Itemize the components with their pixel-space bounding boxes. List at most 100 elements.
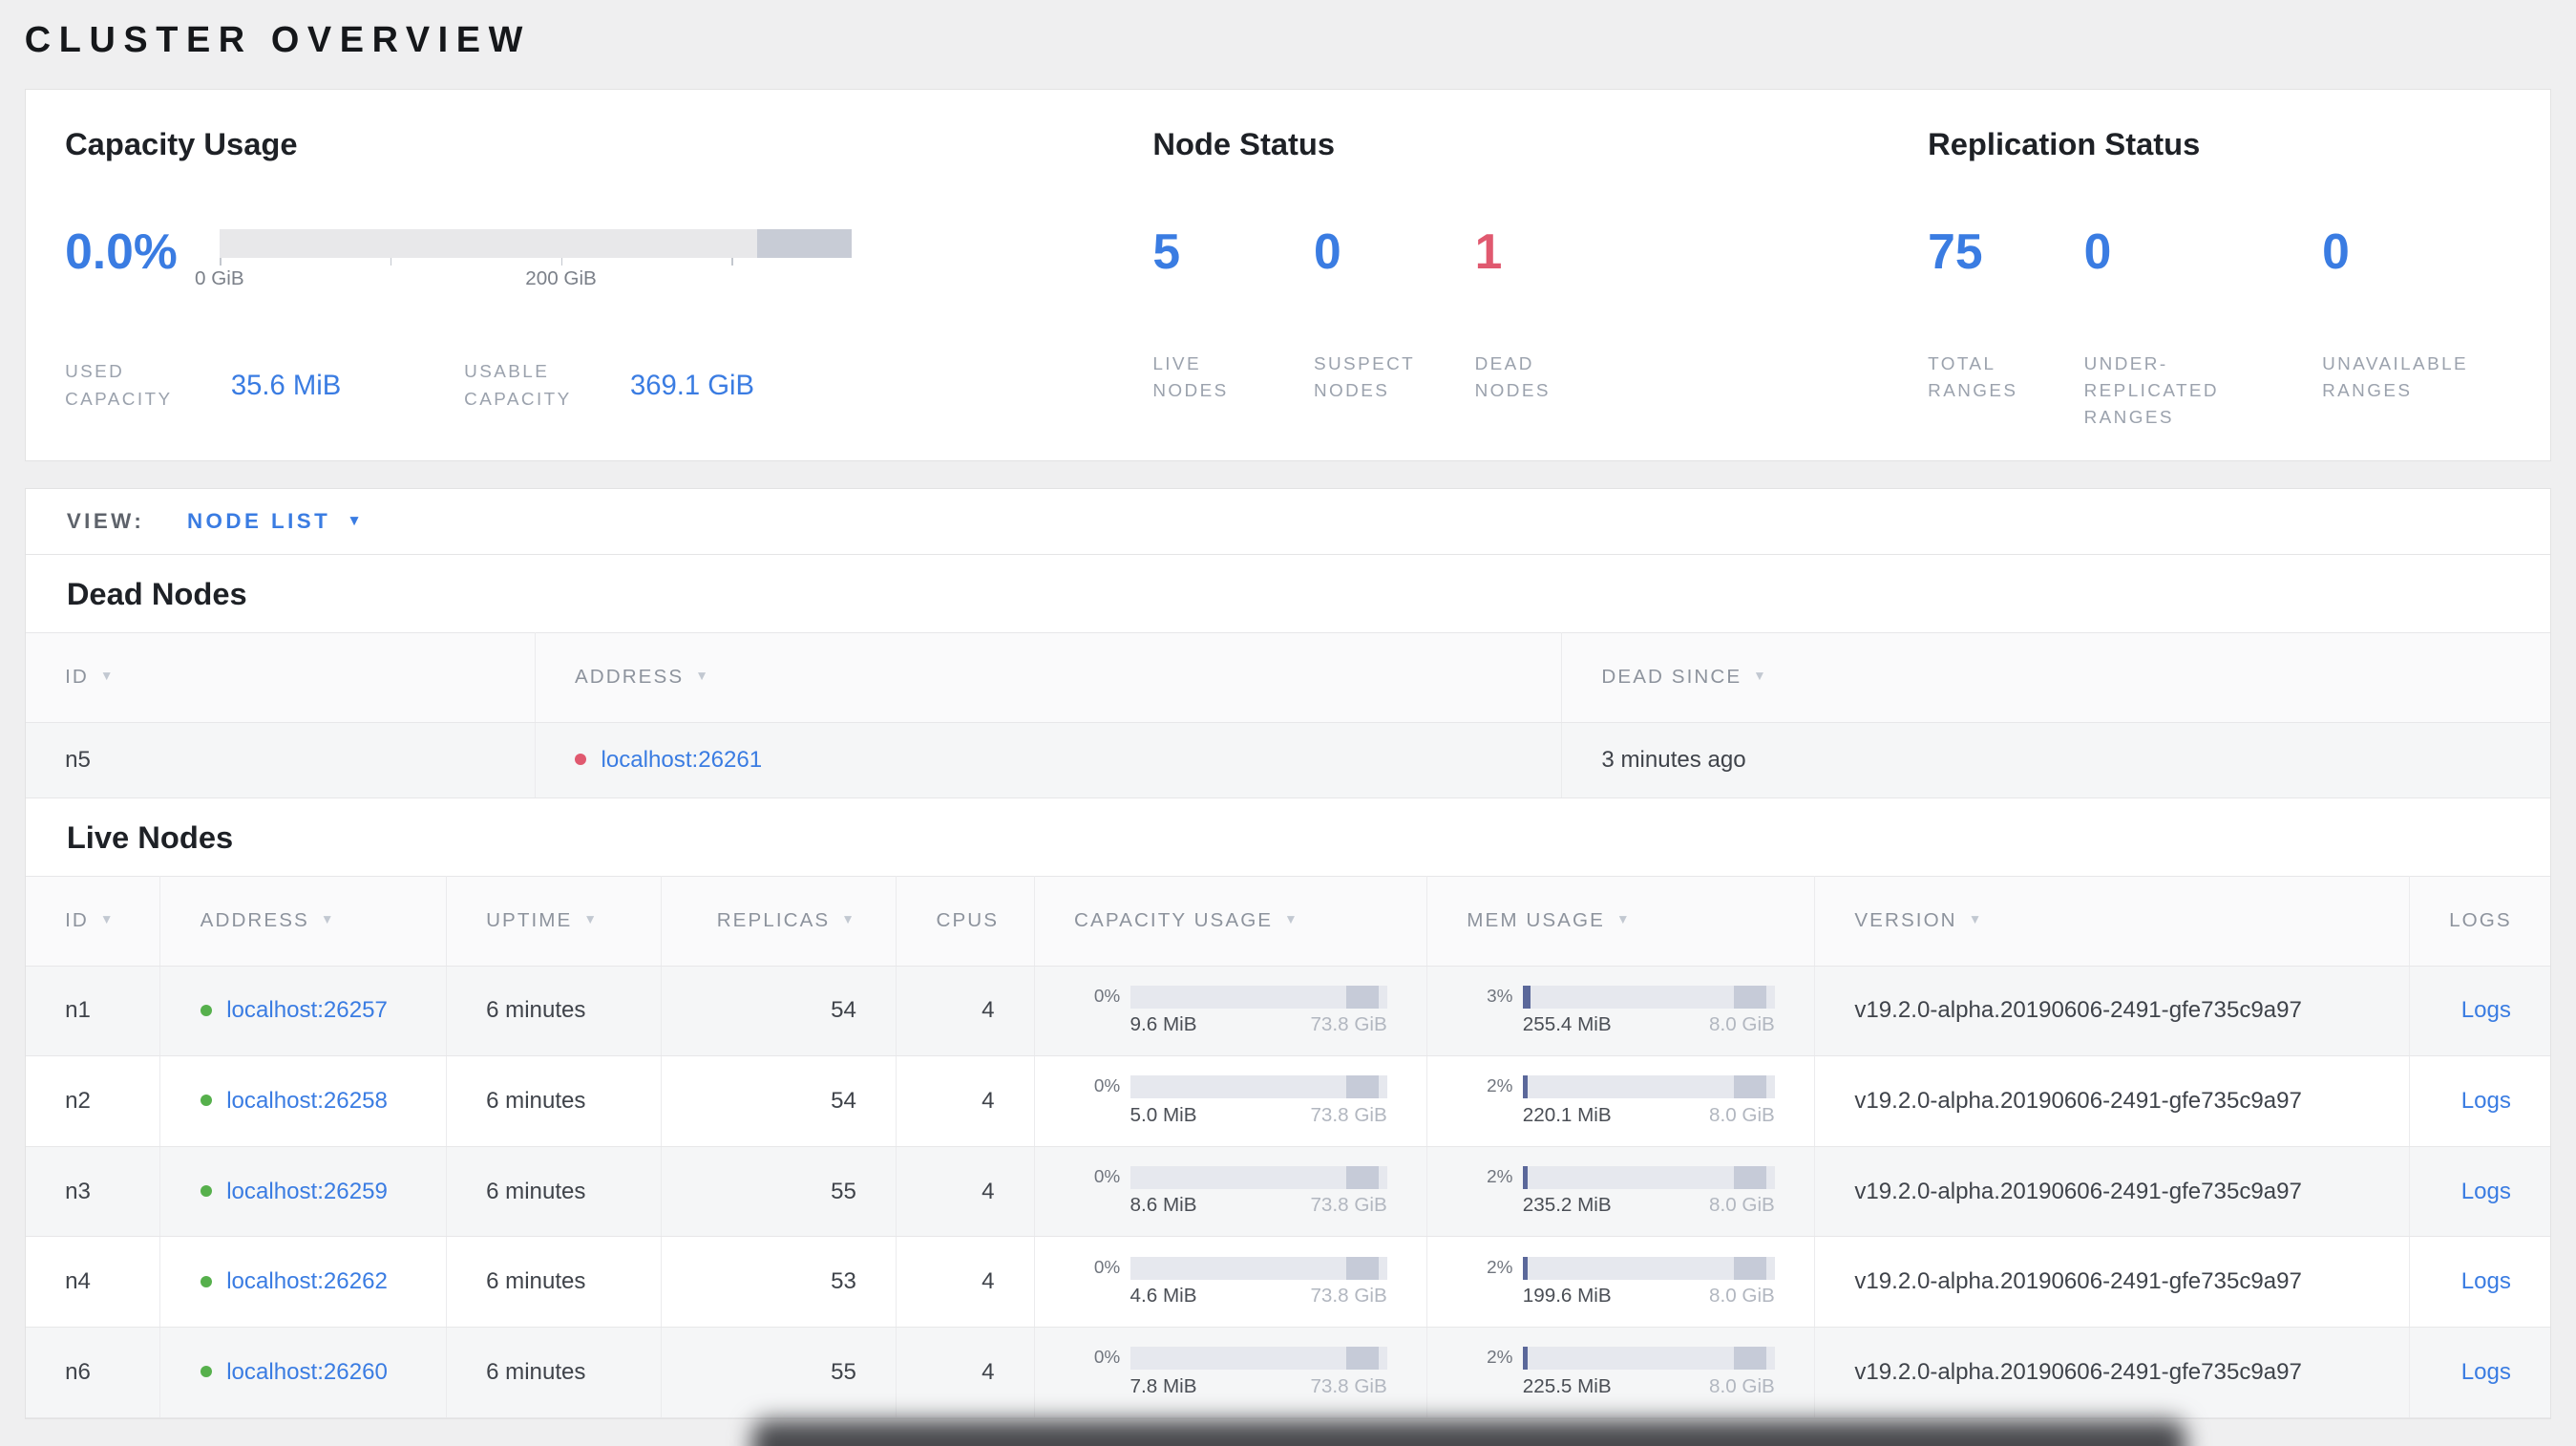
sort-arrow-icon: ▼ — [1968, 911, 1984, 926]
capacity-percent: 0% — [1093, 1076, 1121, 1097]
capacity-used-value: 9.6 MiB — [1130, 1013, 1197, 1035]
col-header-label: MEM USAGE — [1467, 909, 1605, 932]
mem-total-value: 8.0 GiB — [1709, 1013, 1775, 1035]
col-header-address[interactable]: ADDRESS ▼ — [159, 876, 447, 967]
axis-tick — [560, 257, 563, 266]
node-cpus-cell: 4 — [896, 966, 1035, 1057]
col-header-id[interactable]: ID ▼ — [25, 632, 536, 723]
dead-nodes-table: ID ▼ ADDRESS ▼ DEAD SINCE ▼ n5 localhost:26… — [25, 631, 2551, 798]
capacity-mini-bar — [1130, 1256, 1387, 1280]
total-ranges-stat: 75 TOTAL RANGES — [1928, 224, 2083, 433]
capacity-total-value: 73.8 GiB — [1310, 1103, 1387, 1126]
sort-arrow-icon: ▼ — [695, 668, 710, 683]
dead-nodes-count: 1 — [1474, 223, 1503, 280]
total-ranges-count: 75 — [1928, 223, 1983, 280]
col-header-address[interactable]: ADDRESS ▼ — [534, 632, 1562, 723]
unavailable-ranges-count: 0 — [2322, 223, 2350, 280]
node-id-cell: n1 — [25, 966, 160, 1057]
node-replicas-cell: 54 — [661, 966, 897, 1057]
node-logs-link[interactable]: Logs — [2461, 1088, 2511, 1114]
used-capacity-stat: USED CAPACITY 35.6 MiB — [65, 359, 379, 414]
mem-used-value: 235.2 MiB — [1522, 1194, 1612, 1217]
col-header-version[interactable]: VERSION ▼ — [1814, 876, 2410, 967]
capacity-used-value: 5.0 MiB — [1130, 1103, 1197, 1126]
mem-mini-bar — [1522, 985, 1775, 1009]
node-address-link[interactable]: localhost:26259 — [226, 1179, 388, 1204]
axis-tick — [390, 257, 392, 266]
capacity-percent: 0% — [1093, 1257, 1121, 1278]
node-capacity-usage-cell: 0% 5.0 MiB 73.8 GiB — [1033, 1055, 1427, 1147]
col-header-label: UPTIME — [486, 909, 573, 932]
mem-used-value: 220.1 MiB — [1522, 1103, 1612, 1126]
suspect-nodes-count: 0 — [1313, 223, 1341, 280]
col-header-label: ID — [65, 909, 89, 932]
node-address-link[interactable]: localhost:26261 — [602, 747, 763, 773]
col-header-cpus: CPUS — [896, 876, 1035, 967]
axis-tick-label: 0 GiB — [195, 266, 244, 289]
node-live-status-icon — [200, 1095, 212, 1107]
mem-mini-bar — [1522, 1166, 1775, 1190]
view-selector-dropdown[interactable]: NODE LIST ▼ — [187, 509, 365, 534]
node-logs-cell: Logs — [2408, 1055, 2551, 1147]
axis-tick-label: 200 GiB — [525, 266, 597, 289]
sort-arrow-icon: ▼ — [99, 668, 116, 683]
dead-node-row: n5 localhost:26261 3 minutes ago — [25, 722, 2551, 798]
live-nodes-stat: 5 LIVE NODES — [1152, 224, 1314, 405]
node-address-link[interactable]: localhost:26260 — [226, 1359, 388, 1385]
total-ranges-label: TOTAL RANGES — [1928, 353, 2018, 401]
capacity-percent: 0% — [1093, 1348, 1121, 1369]
node-id-cell: n3 — [25, 1146, 160, 1238]
node-cpus-cell: 4 — [896, 1055, 1035, 1147]
node-capacity-usage-cell: 0% 4.6 MiB 73.8 GiB — [1033, 1236, 1427, 1329]
node-uptime-cell: 6 minutes — [445, 1146, 662, 1238]
live-node-row: n4 localhost:26262 6 minutes 53 4 0% 4.6… — [25, 1236, 2551, 1329]
usable-capacity-value: 369.1 GiB — [629, 371, 755, 402]
nodes-card: VIEW: NODE LIST ▼ Dead Nodes ID ▼ ADDRESS… — [24, 488, 2552, 1419]
node-logs-link[interactable]: Logs — [2461, 1179, 2511, 1204]
mem-used-value: 255.4 MiB — [1522, 1013, 1612, 1035]
node-address-cell: localhost:26261 — [534, 722, 1562, 798]
col-header-label: LOGS — [2449, 909, 2512, 932]
capacity-total-value: 73.8 GiB — [1310, 1374, 1387, 1397]
node-mem-usage-cell: 2% 235.2 MiB 8.0 GiB — [1426, 1146, 1815, 1238]
mem-total-value: 8.0 GiB — [1709, 1194, 1775, 1217]
node-address-link[interactable]: localhost:26258 — [226, 1088, 388, 1114]
capacity-used-value: 7.8 MiB — [1130, 1374, 1197, 1397]
sort-arrow-icon: ▼ — [1615, 911, 1632, 926]
dead-nodes-heading: Dead Nodes — [66, 576, 247, 612]
unavailable-ranges-label: UNAVAILABLE RANGES — [2322, 353, 2469, 401]
page-title: CLUSTER OVERVIEW — [24, 19, 531, 60]
col-header-capacity-usage[interactable]: CAPACITY USAGE ▼ — [1033, 876, 1427, 967]
node-live-status-icon — [200, 1004, 212, 1016]
mem-total-value: 8.0 GiB — [1709, 1284, 1775, 1307]
live-table-header-row: ID ▼ ADDRESS ▼ UPTIME ▼ REPLICAS ▼ CPUS CAPA… — [25, 876, 2551, 967]
node-logs-link[interactable]: Logs — [2461, 997, 2511, 1023]
col-header-mem-usage[interactable]: MEM USAGE ▼ — [1426, 876, 1815, 967]
col-header-label: VERSION — [1854, 909, 1957, 932]
capacity-used-value: 4.6 MiB — [1130, 1284, 1197, 1307]
col-header-uptime[interactable]: UPTIME ▼ — [445, 876, 662, 967]
sort-arrow-icon: ▼ — [99, 911, 116, 926]
used-capacity-label: USED CAPACITY — [65, 362, 173, 410]
node-version-cell: v19.2.0-alpha.20190606-2491-gfe735c9a97 — [1814, 1236, 2410, 1329]
node-cpus-cell: 4 — [896, 1327, 1035, 1418]
node-address-link[interactable]: localhost:26262 — [226, 1268, 388, 1294]
node-mem-usage-cell: 2% 220.1 MiB 8.0 GiB — [1426, 1055, 1815, 1147]
node-live-status-icon — [200, 1184, 212, 1197]
col-header-id[interactable]: ID ▼ — [25, 876, 160, 967]
node-logs-link[interactable]: Logs — [2461, 1359, 2511, 1385]
col-header-label: CAPACITY USAGE — [1074, 909, 1274, 932]
sort-arrow-icon: ▼ — [1284, 911, 1299, 926]
replication-status-section: Replication Status 75 TOTAL RANGES 0 UND… — [1928, 126, 2511, 429]
dead-nodes-label: DEAD NODES — [1474, 353, 1551, 401]
capacity-bar-axis: 0 GiB 200 GiB — [195, 257, 852, 294]
col-header-dead-since[interactable]: DEAD SINCE ▼ — [1561, 632, 2551, 723]
node-live-status-icon — [200, 1275, 212, 1287]
unavailable-ranges-stat: 0 UNAVAILABLE RANGES — [2322, 224, 2511, 433]
node-logs-link[interactable]: Logs — [2461, 1268, 2511, 1294]
node-address-link[interactable]: localhost:26257 — [226, 997, 388, 1023]
col-header-label: REPLICAS — [716, 909, 831, 932]
col-header-replicas[interactable]: REPLICAS ▼ — [661, 876, 897, 967]
capacity-mini-bar — [1130, 1347, 1387, 1371]
mem-used-value: 199.6 MiB — [1522, 1284, 1612, 1307]
